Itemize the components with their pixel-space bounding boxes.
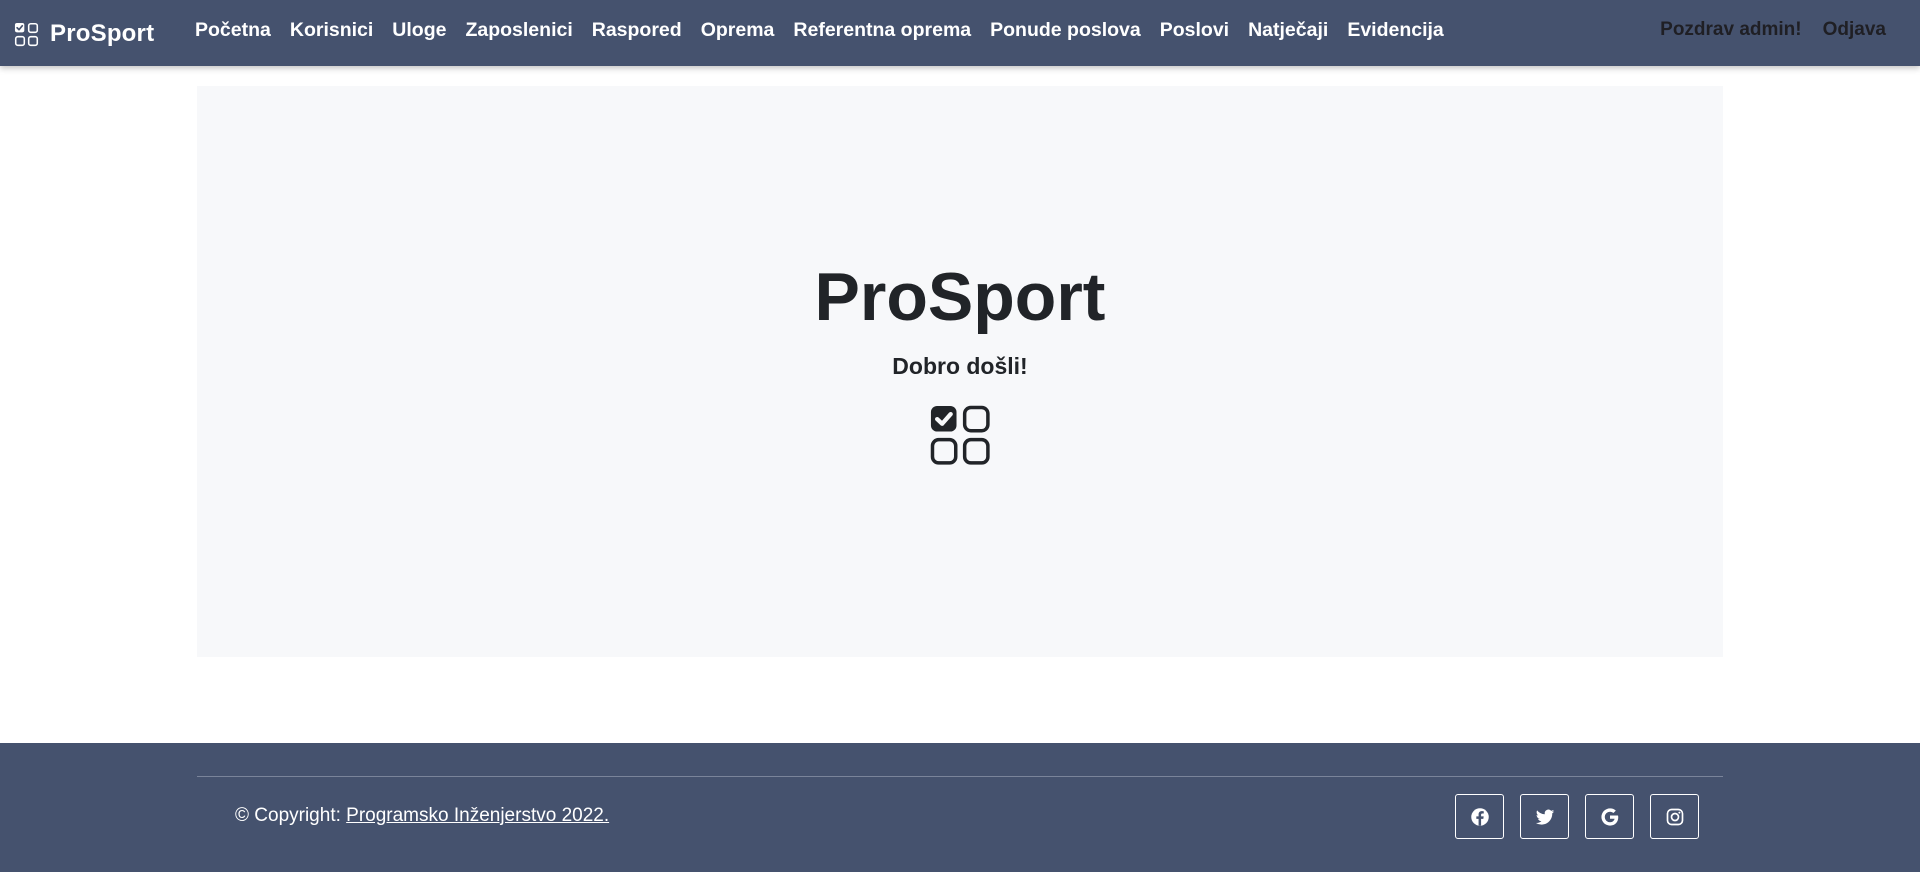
footer-divider [197,776,1723,777]
copyright-prefix: © Copyright: [235,805,347,826]
brand-link[interactable]: ProSport [14,20,154,48]
social-links [1455,794,1715,839]
nav-link-poslovi[interactable]: Poslovi [1160,19,1229,42]
page-title: ProSport [814,259,1106,335]
instagram-icon [1666,808,1683,825]
copyright-link[interactable]: Programsko Inženjerstvo 2022. [346,805,609,826]
twitter-button[interactable] [1520,794,1569,839]
instagram-button[interactable] [1650,794,1699,839]
nav-link-pocetna[interactable]: Početna [195,19,271,42]
nav-link-zaposlenici[interactable]: Zaposlenici [465,19,572,42]
checklist-grid-icon [14,22,39,46]
nav-link-natjecaji[interactable]: Natječaji [1248,19,1328,42]
twitter-icon [1535,809,1554,825]
logout-button[interactable]: Odjava [1823,19,1886,41]
nav-link-raspored[interactable]: Raspored [592,19,682,42]
nav-link-uloge[interactable]: Uloge [392,19,446,42]
nav-link-referentna-oprema[interactable]: Referentna oprema [793,19,971,42]
welcome-subtitle: Dobro došli! [892,353,1028,379]
user-area: Pozdrav admin! Odjava [1660,0,1886,60]
google-icon [1600,807,1618,826]
nav-link-oprema[interactable]: Oprema [701,19,775,42]
facebook-button[interactable] [1455,794,1504,839]
hero-section: ProSport Dobro došli! [197,86,1723,657]
brand-name: ProSport [50,20,155,47]
google-button[interactable] [1585,794,1634,839]
nav-link-evidencija[interactable]: Evidencija [1347,19,1443,42]
nav-links: Početna Korisnici Uloge Zaposlenici Rasp… [195,0,1463,60]
navbar: ProSport Početna Korisnici Uloge Zaposle… [0,0,1920,66]
nav-link-korisnici[interactable]: Korisnici [290,19,373,42]
user-greeting: Pozdrav admin! [1660,19,1802,40]
copyright: © Copyright: Programsko Inženjerstvo 202… [235,805,609,827]
footer: © Copyright: Programsko Inženjerstvo 202… [0,743,1920,872]
checklist-grid-icon [930,405,990,465]
nav-link-ponude-poslova[interactable]: Ponude poslova [990,19,1141,42]
facebook-icon [1470,807,1489,826]
